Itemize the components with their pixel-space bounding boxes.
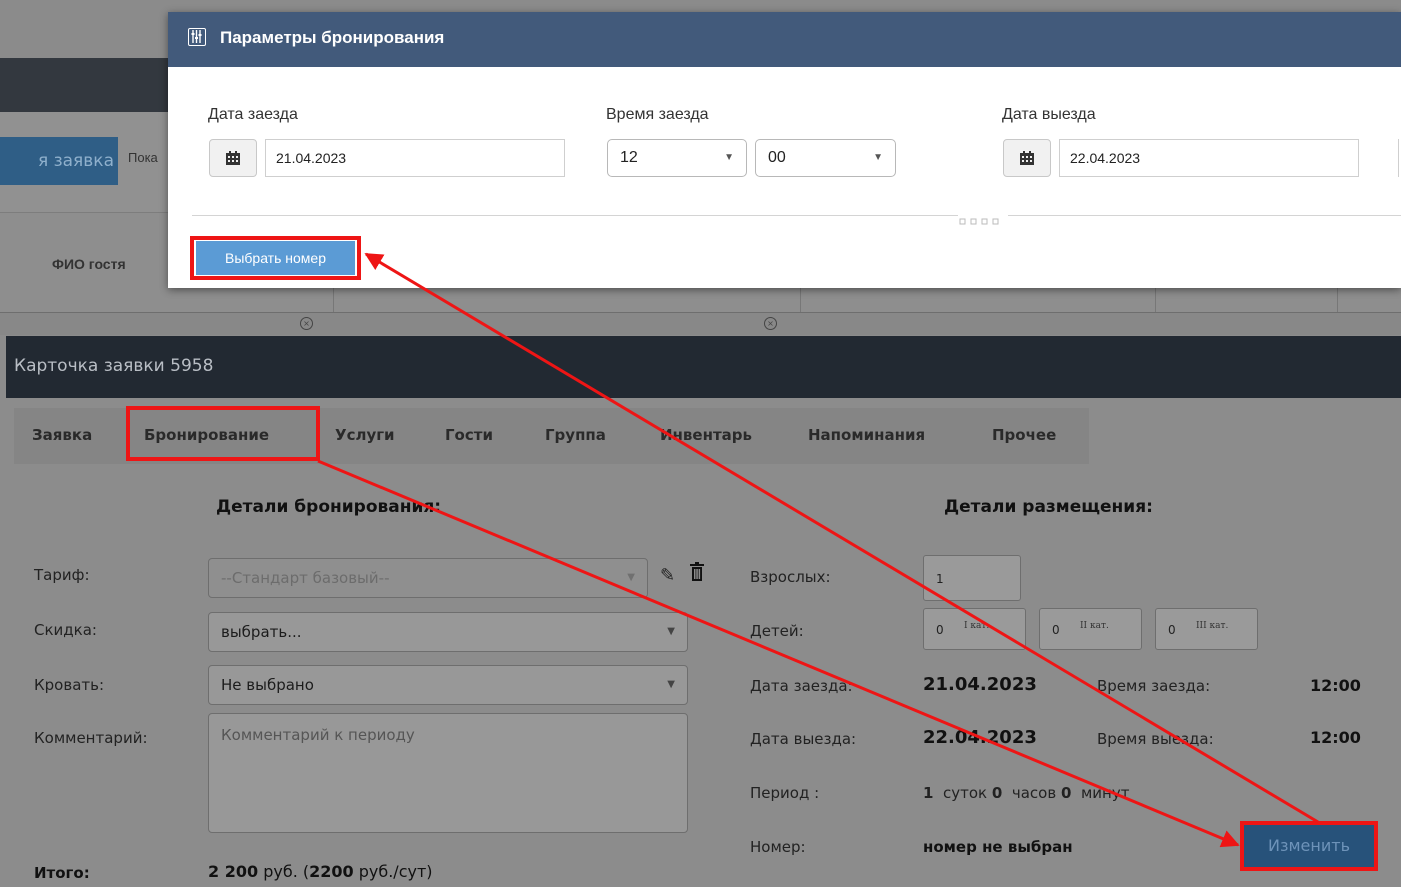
arrow-to-choose-room bbox=[364, 252, 1319, 824]
annotation-arrows bbox=[317, 252, 1319, 848]
arrow-to-change-button bbox=[317, 459, 1240, 848]
